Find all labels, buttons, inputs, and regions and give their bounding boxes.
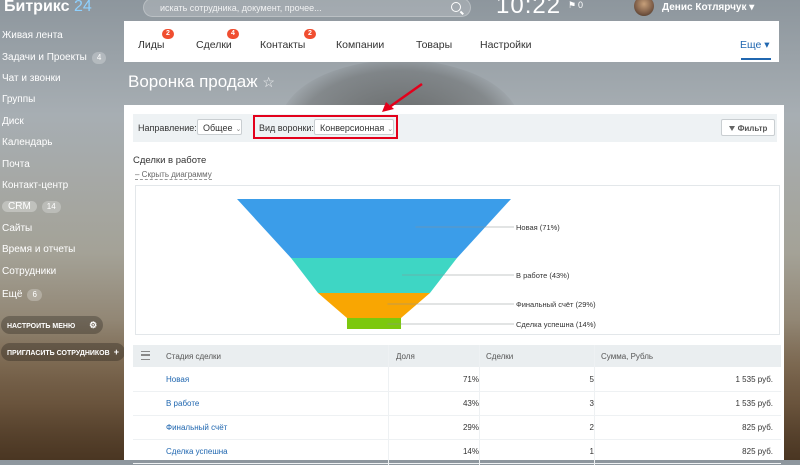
funnel-segment[interactable] — [346, 318, 402, 329]
header-share[interactable]: Доля — [396, 352, 415, 361]
active-tab-underline — [741, 58, 771, 60]
menu-icon[interactable] — [141, 351, 150, 360]
header-sum[interactable]: Сумма, Рубль — [601, 352, 653, 361]
arrow-head — [382, 102, 394, 112]
sum-cell: 825 руб. — [742, 447, 773, 456]
sum-cell: 825 руб. — [742, 423, 773, 432]
sidebar-item-disk[interactable]: Диск — [2, 116, 24, 127]
crm-nav: Лиды 2 Сделки 4 Контакты 2 Компании Това… — [124, 21, 779, 62]
share-cell: 43% — [462, 399, 479, 408]
funnel-label: Финальный счёт (29%) — [516, 300, 596, 309]
section-title: Сделки в работе — [133, 155, 207, 166]
funnel-type-select[interactable]: Конверсионная ⌄ — [314, 119, 394, 135]
tab-leads[interactable]: Лиды — [138, 39, 164, 51]
deals-cell: 2 — [589, 423, 594, 432]
stage-link[interactable]: В работе — [166, 399, 199, 408]
sidebar-item-sites[interactable]: Сайты — [2, 223, 32, 234]
sidebar-item-calendar[interactable]: Календарь — [2, 137, 52, 148]
funnel-segment[interactable] — [237, 199, 511, 258]
sidebar-item-employees[interactable]: Сотрудники — [2, 266, 56, 277]
sidebar-item-chat[interactable]: Чат и звонки — [2, 73, 61, 84]
funnel-label: В работе (43%) — [516, 271, 570, 280]
arrow-shaft — [387, 82, 423, 110]
sum-cell: 1 535 руб. — [735, 399, 774, 408]
leads-badge: 2 — [162, 29, 174, 39]
filter-button[interactable]: Фильтр — [721, 119, 775, 136]
funnel-label: Новая (71%) — [516, 223, 560, 232]
deals-cell: 3 — [589, 399, 594, 408]
page-title: Воронка продаж ☆ — [128, 72, 275, 91]
filter-bar: Направление: Общее ⌄ Вид воронки: Конверс… — [133, 114, 777, 142]
favorite-star-icon[interactable]: ☆ — [262, 74, 275, 90]
gear-icon: ⚙ — [89, 320, 98, 330]
deals-badge: 4 — [227, 29, 239, 39]
main-content: Направление: Общее ⌄ Вид воронки: Конверс… — [124, 105, 784, 465]
table-row: В работе 43% 3 1 535 руб. — [133, 391, 781, 416]
table-row: Сделка успешна 14% 1 825 руб. — [133, 439, 781, 464]
share-cell: 14% — [462, 447, 479, 456]
logo[interactable]: Битрикс 24 — [4, 0, 92, 16]
chevron-down-icon: ⌄ — [235, 126, 242, 133]
table-row: Новая 71% 5 1 535 руб. — [133, 367, 781, 392]
sum-cell: 1 535 руб. — [735, 375, 774, 384]
sidebar-item-groups[interactable]: Группы — [2, 94, 35, 105]
configure-menu-button[interactable]: НАСТРОИТЬ МЕНЮ ⚙ — [1, 316, 104, 334]
sidebar-item-more[interactable]: Ещё 6 — [2, 289, 42, 301]
search-input[interactable] — [158, 0, 452, 16]
deals-cell: 5 — [589, 375, 594, 384]
funnel-segment[interactable] — [318, 293, 430, 318]
funnel-segment[interactable] — [291, 258, 457, 293]
share-cell: 29% — [462, 423, 479, 432]
sidebar-item-time-reports[interactable]: Время и отчеты — [2, 244, 75, 255]
search-box — [143, 0, 471, 17]
tab-contacts[interactable]: Контакты — [260, 39, 305, 51]
sidebar-item-contact-center[interactable]: Контакт-центр — [2, 180, 68, 191]
contacts-badge: 2 — [304, 29, 316, 39]
funnel-label: Сделка успешна (14%) — [516, 320, 596, 329]
tab-more[interactable]: Еще ▾ — [740, 39, 770, 51]
stage-link[interactable]: Сделка успешна — [166, 447, 228, 456]
stage-link[interactable]: Финальный счёт — [166, 423, 227, 432]
tasks-badge: 4 — [91, 52, 107, 64]
direction-label: Направление: — [138, 123, 197, 133]
header-deals[interactable]: Сделки — [486, 352, 513, 361]
more-badge: 6 — [27, 289, 42, 301]
flag-icon[interactable]: ⚑ — [568, 0, 576, 11]
funnel-icon — [728, 126, 735, 132]
table-row: Финальный счёт 29% 2 825 руб. — [133, 415, 781, 440]
funnel-type-label: Вид воронки: — [259, 123, 314, 133]
sidebar-item-crm[interactable]: CRM 14 — [2, 201, 61, 213]
header-stage[interactable]: Стадия сделки — [166, 352, 221, 361]
tab-companies[interactable]: Компании — [336, 39, 384, 51]
chevron-down-icon: ⌄ — [387, 126, 394, 133]
share-cell: 71% — [462, 375, 479, 384]
flag-count: 0 — [578, 0, 584, 10]
funnel-chart: Новая (71%) В работе (43%) Финальный счёт … — [135, 185, 780, 335]
search-icon[interactable] — [451, 2, 461, 12]
sidebar-item-mail[interactable]: Почта — [2, 159, 30, 170]
invite-employees-button[interactable]: ПРИГЛАСИТЬ СОТРУДНИКОВ + — [1, 343, 125, 361]
hide-chart-link[interactable]: – Скрыть диаграмму — [135, 170, 212, 180]
crm-badge: 14 — [41, 201, 61, 213]
tab-deals[interactable]: Сделки — [196, 39, 232, 51]
table-header: Стадия сделки Доля Сделки Сумма, Рубль — [133, 345, 781, 367]
plus-icon: + — [113, 347, 119, 357]
clock[interactable]: 10:22 — [496, 0, 561, 20]
tab-settings[interactable]: Настройки — [480, 39, 532, 51]
avatar[interactable] — [634, 0, 654, 16]
sidebar-item-live-feed[interactable]: Живая лента — [2, 30, 63, 41]
tab-products[interactable]: Товары — [416, 39, 452, 51]
user-menu[interactable]: Денис Котлярчук ▾ — [662, 2, 754, 13]
funnel-svg: Новая (71%) В работе (43%) Финальный счёт … — [237, 199, 596, 329]
stage-link[interactable]: Новая — [166, 375, 189, 384]
sidebar-item-tasks[interactable]: Задачи и Проекты 4 — [2, 52, 107, 64]
top-bar: Битрикс 24 10:22 ⚑ 0 Денис Котлярчук ▾ — [0, 0, 800, 20]
deals-cell: 1 — [589, 447, 594, 456]
direction-select[interactable]: Общее ⌄ — [197, 119, 242, 135]
annotation-arrow — [382, 82, 423, 112]
